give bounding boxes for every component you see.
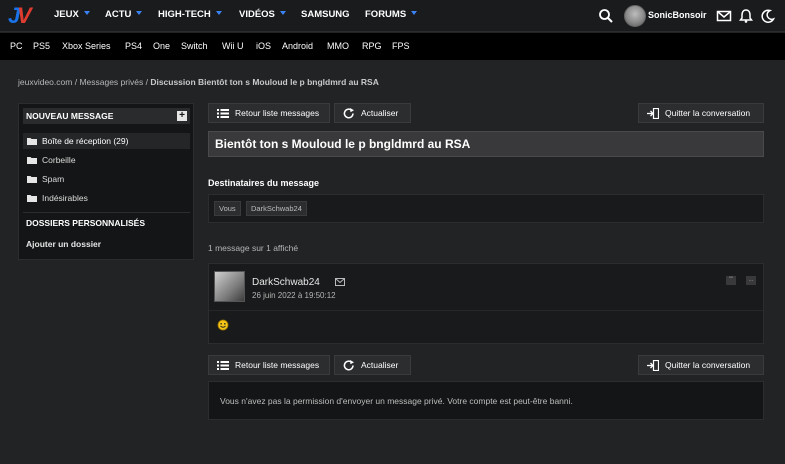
username[interactable]: SonicBonsoir xyxy=(648,0,707,32)
folder-icon xyxy=(27,176,37,183)
platform-pc[interactable]: PC xyxy=(10,33,23,60)
conversation-title: Bientôt ton s Mouloud le p bngldmrd au R… xyxy=(215,137,471,151)
message-separator xyxy=(209,310,763,311)
add-folder-link[interactable]: Ajouter un dossier xyxy=(26,239,101,249)
recipient-tag[interactable]: DarkSchwab24 xyxy=(246,201,307,216)
chevron-down-icon xyxy=(215,11,222,16)
platform-mmo[interactable]: MMO xyxy=(327,33,349,60)
sidebar-item-spam[interactable]: Spam xyxy=(23,171,190,187)
platform-bar: PC PS5 Xbox Series PS4 One Switch Wii U … xyxy=(0,33,785,60)
search-icon[interactable] xyxy=(598,8,614,24)
chevron-down-icon xyxy=(279,11,286,16)
folder-icon xyxy=(27,138,37,145)
nav-actu[interactable]: ACTU xyxy=(105,0,143,32)
list-icon xyxy=(217,109,229,118)
chevron-down-icon xyxy=(83,11,90,16)
platform-switch[interactable]: Switch xyxy=(181,33,208,60)
folder-icon xyxy=(27,195,37,202)
sidebar-item-trash[interactable]: Corbeille xyxy=(23,152,190,168)
user-avatar[interactable] xyxy=(624,5,646,27)
refresh-icon xyxy=(343,108,354,119)
nav-samsung[interactable]: SAMSUNG xyxy=(301,0,350,32)
platform-xbox-series[interactable]: Xbox Series xyxy=(62,33,111,60)
platform-ios[interactable]: iOS xyxy=(256,33,271,60)
message-date: 26 juin 2022 à 19:50:12 xyxy=(252,291,336,300)
plus-icon: + xyxy=(177,111,187,121)
more-icon[interactable]: ... xyxy=(746,276,756,285)
mail-icon[interactable] xyxy=(716,8,732,24)
list-icon xyxy=(217,361,229,370)
jv-logo[interactable]: JV xyxy=(8,3,36,29)
message-author[interactable]: DarkSchwab24 xyxy=(252,277,320,288)
breadcrumb-current: Discussion Bientôt ton s Mouloud le p bn… xyxy=(150,77,379,87)
breadcrumb-private-messages[interactable]: Messages privés xyxy=(79,77,143,87)
personal-folders-title: DOSSIERS PERSONNALISÉS xyxy=(26,218,146,228)
quit-conversation-button-bottom[interactable]: Quitter la conversation xyxy=(638,355,764,375)
recipient-tag: Vous xyxy=(214,201,241,216)
exit-icon xyxy=(647,360,659,371)
nav-jeux[interactable]: JEUX xyxy=(54,0,90,32)
nav-high-tech[interactable]: HIGH-TECH xyxy=(158,0,222,32)
smiley-icon xyxy=(217,319,229,331)
chevron-down-icon xyxy=(411,11,418,16)
platform-wii-u[interactable]: Wii U xyxy=(222,33,244,60)
sidebar-divider xyxy=(23,212,190,213)
platform-rpg[interactable]: RPG xyxy=(362,33,382,60)
sidebar-item-unwanted[interactable]: Indésirables xyxy=(23,190,190,206)
conversation-title-box: Bientôt ton s Mouloud le p bngldmrd au R… xyxy=(208,131,764,157)
breadcrumb-home[interactable]: jeuxvideo.com xyxy=(18,77,72,87)
sidebar-item-inbox[interactable]: Boîte de réception (29) xyxy=(23,133,190,149)
permission-notice-text: Vous n'avez pas la permission d'envoyer … xyxy=(220,396,573,406)
back-to-list-button[interactable]: Retour liste messages xyxy=(208,103,330,123)
breadcrumb: jeuxvideo.com / Messages privés / Discus… xyxy=(18,77,379,87)
moon-icon[interactable] xyxy=(760,8,776,24)
refresh-icon xyxy=(343,360,354,371)
bell-icon[interactable] xyxy=(738,8,754,24)
platform-ps4[interactable]: PS4 xyxy=(125,33,142,60)
back-to-list-button-bottom[interactable]: Retour liste messages xyxy=(208,355,330,375)
mail-icon[interactable] xyxy=(335,278,345,286)
top-navbar: JV JEUX ACTU HIGH-TECH VIDÉOS SAMSUNG FO… xyxy=(0,0,785,32)
permission-notice: Vous n'avez pas la permission d'envoyer … xyxy=(208,381,764,420)
pm-sidebar: NOUVEAU MESSAGE + Boîte de réception (29… xyxy=(18,103,194,260)
refresh-button[interactable]: Actualiser xyxy=(334,103,411,123)
platform-ps5[interactable]: PS5 xyxy=(33,33,50,60)
refresh-button-bottom[interactable]: Actualiser xyxy=(334,355,411,375)
new-message-button[interactable]: NOUVEAU MESSAGE + xyxy=(23,108,190,124)
chevron-down-icon xyxy=(136,11,143,16)
nav-videos[interactable]: VIDÉOS xyxy=(239,0,286,32)
platform-fps[interactable]: FPS xyxy=(392,33,410,60)
exit-icon xyxy=(647,108,659,119)
quote-icon[interactable]: "" xyxy=(726,276,736,285)
recipients-box: Vous DarkSchwab24 xyxy=(208,194,764,223)
message-count: 1 message sur 1 affiché xyxy=(208,243,299,253)
author-avatar[interactable] xyxy=(214,271,245,302)
quit-conversation-button[interactable]: Quitter la conversation xyxy=(638,103,764,123)
message-card: DarkSchwab24 26 juin 2022 à 19:50:12 "" … xyxy=(208,263,764,344)
folder-icon xyxy=(27,157,37,164)
nav-forums[interactable]: FORUMS xyxy=(365,0,418,32)
platform-android[interactable]: Android xyxy=(282,33,313,60)
recipients-label: Destinataires du message xyxy=(208,178,320,188)
platform-one[interactable]: One xyxy=(153,33,170,60)
